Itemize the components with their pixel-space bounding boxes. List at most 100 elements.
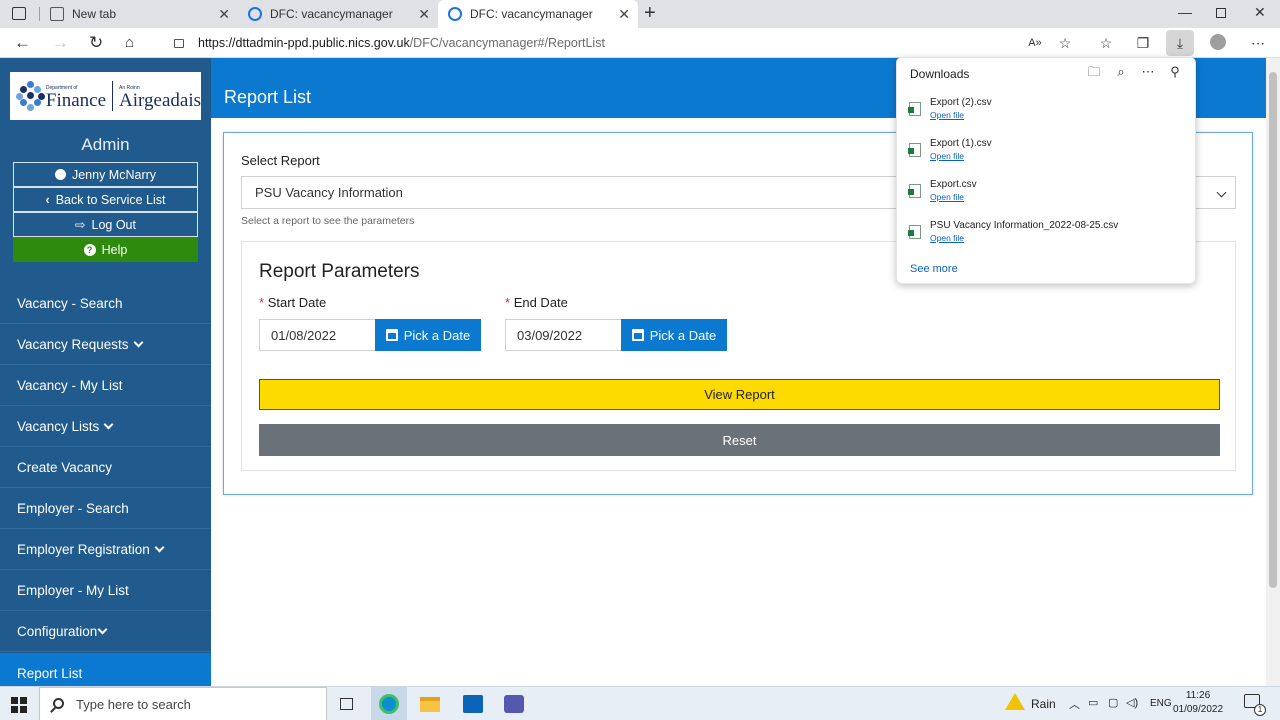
forward-arrow-icon[interactable]: →	[52, 33, 69, 53]
close-window-icon[interactable]: ✕	[1254, 4, 1266, 21]
scrollbar-thumb[interactable]	[1269, 72, 1277, 588]
view-report-button[interactable]: View Report	[259, 379, 1220, 410]
chevron-down-icon	[97, 624, 108, 634]
sidebar-item-configuration[interactable]: Configuration	[0, 611, 211, 652]
start-date-pick-button[interactable]: Pick a Date	[375, 319, 481, 351]
user-profile-button[interactable]: Jenny McNarry	[13, 162, 198, 187]
read-aloud-icon[interactable]: A»	[1026, 34, 1044, 52]
tab-vacancymanager-2[interactable]: DFC: vacancymanager ✕	[438, 0, 638, 28]
close-tab-icon[interactable]: ✕	[418, 6, 430, 23]
collections-icon[interactable]: ❐	[1134, 34, 1152, 52]
sidebar: Department of Finance An Roinn Airgeadai…	[0, 58, 211, 686]
add-favorite-icon[interactable]: ☆	[1056, 34, 1074, 52]
file-explorer-icon[interactable]	[412, 687, 448, 720]
open-file-link[interactable]: Open file	[930, 233, 964, 243]
question-circle-icon: ?	[83, 243, 96, 256]
network-icon[interactable]: ▢	[1108, 696, 1118, 709]
sidebar-item-vacancy-lists[interactable]: Vacancy Lists	[0, 406, 211, 447]
hexagon-logo-icon	[16, 81, 45, 111]
sidebar-item-employer-search[interactable]: Employer - Search	[0, 488, 211, 529]
close-tab-icon[interactable]: ✕	[618, 6, 630, 23]
new-tab-button[interactable]: +	[644, 2, 656, 25]
profile-avatar-icon[interactable]	[1209, 34, 1227, 52]
start-date-field[interactable]: 01/08/2022	[259, 319, 376, 351]
system-clock[interactable]: 11:26 01/09/2022	[1172, 689, 1224, 717]
minimize-icon[interactable]: —	[1178, 4, 1192, 20]
reset-button[interactable]: Reset	[259, 424, 1220, 456]
nav-label: Vacancy Requests	[17, 336, 129, 352]
favorites-icon[interactable]: ☆	[1097, 34, 1115, 52]
tab-vacancymanager-1[interactable]: DFC: vacancymanager ✕	[238, 0, 438, 28]
sidebar-item-create-vacancy[interactable]: Create Vacancy	[0, 447, 211, 488]
restore-icon[interactable]	[1216, 8, 1226, 18]
chevron-up-icon[interactable]: ︿	[1069, 696, 1080, 712]
taskbar-search-box[interactable]: Type here to search	[39, 687, 327, 720]
logo-divider	[112, 81, 114, 111]
download-file-name: Export.csv	[930, 179, 977, 190]
weather-label[interactable]: Rain	[1031, 697, 1056, 711]
settings-more-icon[interactable]: ⋯	[1249, 34, 1267, 52]
pick-date-label: Pick a Date	[649, 327, 717, 343]
clock-date: 01/09/2022	[1172, 704, 1224, 715]
weather-icon[interactable]	[1005, 693, 1025, 711]
tab-new-tab[interactable]: New tab ✕	[40, 0, 238, 28]
sidebar-item-vacancy-requests[interactable]: Vacancy Requests	[0, 324, 211, 365]
refresh-icon[interactable]: ↻	[89, 33, 103, 53]
nav-label: Vacancy Lists	[17, 418, 100, 434]
sidebar-item-employer-registration[interactable]: Employer Registration	[0, 529, 211, 570]
search-placeholder: Type here to search	[76, 696, 191, 712]
volume-icon[interactable]: ◁)	[1126, 696, 1138, 709]
search-icon	[53, 698, 64, 709]
url-field[interactable]: https://dttadmin-ppd.public.nics.gov.uk /…	[160, 31, 1020, 55]
chevron-down-icon	[1216, 187, 1227, 198]
download-item[interactable]: Export.csv Open file	[908, 179, 1185, 209]
download-item[interactable]: Export (2).csv Open file	[908, 97, 1185, 127]
back-arrow-icon[interactable]: ←	[14, 33, 31, 53]
search-icon[interactable]: ⌕	[1113, 64, 1129, 80]
pin-icon[interactable]: ⚲	[1167, 64, 1183, 80]
page-scrollbar[interactable]	[1266, 58, 1280, 686]
battery-icon[interactable]: ▭	[1088, 696, 1098, 709]
sidebar-item-vacancy-search[interactable]: Vacancy - Search	[0, 283, 211, 324]
open-file-link[interactable]: Open file	[930, 151, 964, 161]
department-logo[interactable]: Department of Finance An Roinn Airgeadai…	[10, 72, 201, 120]
download-item[interactable]: Export (1).csv Open file	[908, 138, 1185, 168]
back-to-service-list-button[interactable]: ‹ Back to Service List	[13, 187, 198, 212]
sidebar-item-vacancy-my-list[interactable]: Vacancy - My List	[0, 365, 211, 406]
nav-label: Vacancy - Search	[17, 295, 123, 311]
nav-label: Vacancy - My List	[17, 377, 123, 393]
task-view-icon[interactable]	[328, 687, 364, 720]
tab-actions-icon[interactable]	[12, 7, 26, 20]
open-file-link[interactable]: Open file	[930, 192, 964, 202]
new-tab-page-icon	[50, 7, 64, 21]
sidebar-item-employer-my-list[interactable]: Employer - My List	[0, 570, 211, 611]
close-tab-icon[interactable]: ✕	[218, 6, 230, 23]
download-file-name: Export (1).csv	[930, 138, 992, 149]
required-asterisk: *	[505, 295, 511, 310]
sidebar-item-report-list[interactable]: Report List	[0, 653, 211, 686]
see-more-link[interactable]: See more	[910, 263, 958, 275]
logo-text: Department of Finance An Roinn Airgeadai…	[46, 81, 201, 111]
download-item[interactable]: PSU Vacancy Information_2022-08-25.csv O…	[908, 220, 1185, 250]
open-folder-icon[interactable]: 🗀	[1086, 64, 1102, 80]
nav-label: Report List	[17, 665, 83, 681]
help-label: Help	[101, 242, 128, 257]
browser-tab-bar: New tab ✕ DFC: vacancymanager ✕ DFC: vac…	[0, 0, 1280, 28]
end-date-pick-button[interactable]: Pick a Date	[621, 319, 727, 351]
lock-icon	[174, 38, 184, 48]
teams-icon[interactable]	[496, 687, 532, 720]
edge-browser-icon[interactable]	[371, 687, 407, 720]
home-icon[interactable]: ⌂	[125, 33, 134, 53]
page-title: Report List	[224, 87, 312, 107]
log-out-button[interactable]: ⇨ Log Out	[13, 212, 198, 237]
outlook-icon[interactable]	[455, 687, 491, 720]
notification-count-badge: 1	[1254, 704, 1266, 716]
report-parameters-title: Report Parameters	[259, 261, 420, 282]
open-file-link[interactable]: Open file	[930, 110, 964, 120]
windows-start-icon[interactable]	[11, 697, 27, 713]
help-button[interactable]: ? Help	[13, 237, 198, 262]
download-icon[interactable]: ⤓	[1171, 34, 1189, 52]
end-date-field[interactable]: 03/09/2022	[505, 319, 622, 351]
more-options-icon[interactable]: ⋯	[1140, 64, 1156, 80]
language-indicator[interactable]: ENG	[1150, 698, 1172, 709]
